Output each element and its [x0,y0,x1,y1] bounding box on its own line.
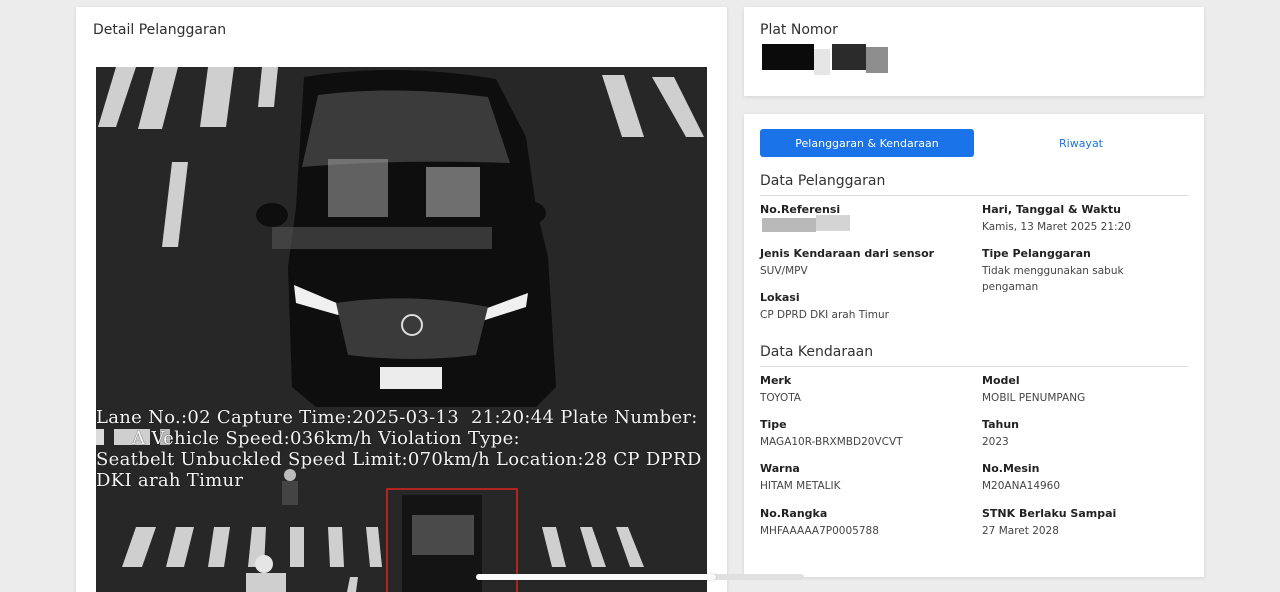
scrollbar-thumb[interactable] [476,574,716,580]
field-label: Warna [760,462,800,475]
field-stnk-berlaku: STNK Berlaku Sampai 27 Maret 2028 [982,506,1182,539]
field-value: M20ANA14960 [982,480,1061,492]
field-label: No.Rangka [760,507,828,520]
field-value: 27 Maret 2028 [982,525,1059,537]
camera-overlay-line-2: A Vehicle Speed:036km/h Violation Type: [96,428,520,449]
field-label: No.Mesin [982,462,1040,475]
field-label: Hari, Tanggal & Waktu [982,203,1121,216]
camera-scene [96,67,707,592]
camera-overlay-line-4: DKI arah Timur [96,470,244,491]
field-no-referensi: No.Referensi [760,202,960,219]
field-value: CP DPRD DKI arah Timur [760,309,889,321]
info-card: Pelanggaran & Kendaraan Riwayat Data Pel… [744,114,1204,577]
field-warna: Warna HITAM METALIK [760,461,960,494]
camera-overlay-line-3: Seatbelt Unbuckled Speed Limit:070km/h L… [96,449,702,470]
camera-capture-image: Lane No.:02 Capture Time:2025-03-13 21:2… [96,67,707,592]
reference-number-redacted [762,218,816,232]
violation-detail-title: Detail Pelanggaran [93,22,227,38]
plate-number-card: Plat Nomor [744,7,1204,96]
field-value: Kamis, 13 Maret 2025 21:20 [982,221,1131,233]
field-label: Tipe Pelanggaran [982,247,1091,260]
field-value: MHFAAAAA7P0005788 [760,525,879,537]
field-label: STNK Berlaku Sampai [982,507,1117,520]
section-divider [760,366,1188,367]
field-label: Tipe [760,418,787,431]
field-value: Tidak menggunakan sabuk pengaman [982,265,1124,293]
field-value: TOYOTA [760,392,801,404]
field-label: Jenis Kendaraan dari sensor [760,247,935,260]
field-value: MAGA10R-BRXMBD20VCVT [760,436,903,448]
plate-number-redacted [832,44,866,70]
field-label: Model [982,374,1020,387]
field-tipe-pelanggaran: Tipe Pelanggaran Tidak menggunakan sabuk… [982,246,1152,295]
field-label: Lokasi [760,291,800,304]
tab-riwayat[interactable]: Riwayat [974,129,1188,157]
field-merk: Merk TOYOTA [760,373,960,406]
field-no-mesin: No.Mesin M20ANA14960 [982,461,1182,494]
field-jenis-kendaraan: Jenis Kendaraan dari sensor SUV/MPV [760,246,975,279]
field-tahun: Tahun 2023 [982,417,1182,450]
field-model: Model MOBIL PENUMPANG [982,373,1182,406]
plate-number-redacted [866,47,888,73]
plate-number-redacted [814,49,830,75]
field-value: SUV/MPV [760,265,808,277]
field-lokasi: Lokasi CP DPRD DKI arah Timur [760,290,960,323]
field-value: 2023 [982,436,1009,448]
field-label: Merk [760,374,792,387]
plate-number-title: Plat Nomor [760,22,838,38]
field-hari-tanggal-waktu: Hari, Tanggal & Waktu Kamis, 13 Maret 20… [982,202,1182,235]
field-tipe: Tipe MAGA10R-BRXMBD20VCVT [760,417,960,450]
camera-overlay-line-1: Lane No.:02 Capture Time:2025-03-13 21:2… [96,407,698,428]
field-label: No.Referensi [760,203,841,216]
field-no-rangka: No.Rangka MHFAAAAA7P0005788 [760,506,960,539]
field-value: MOBIL PENUMPANG [982,392,1086,404]
field-value: HITAM METALIK [760,480,841,492]
reference-number-redacted [816,215,850,231]
horizontal-scrollbar[interactable] [476,574,804,580]
tab-pelanggaran-kendaraan[interactable]: Pelanggaran & Kendaraan [760,129,974,157]
violation-detail-card: Detail Pelanggaran Lane No.:02 Capture T… [76,7,727,592]
field-label: Tahun [982,418,1020,431]
section-title-kendaraan: Data Kendaraan [760,344,874,360]
section-title-pelanggaran: Data Pelanggaran [760,173,886,189]
plate-number-redacted [762,44,814,70]
section-divider [760,195,1188,196]
